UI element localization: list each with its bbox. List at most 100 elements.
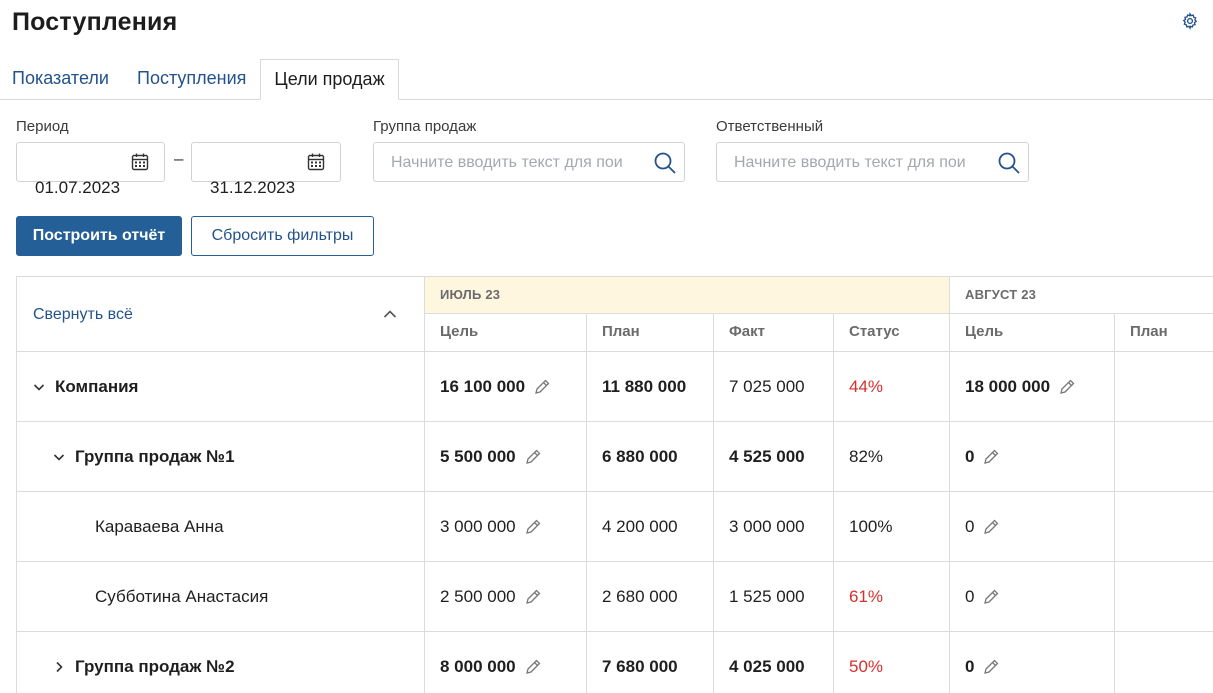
status-value: 100% [849,516,893,536]
build-report-button[interactable]: Построить отчёт [16,216,182,256]
collapse-all-link[interactable]: Свернуть всё [33,306,133,324]
pencil-icon[interactable] [524,588,542,606]
goal-value-wrap: 2 500 000 [440,562,542,631]
tab-bar: Показатели Поступления Цели продаж [0,59,1213,100]
search-icon[interactable] [997,151,1021,175]
row-name-cell: Компания [33,352,138,421]
table-row: Группа продаж №2 [17,632,425,693]
tab-sales-goals[interactable]: Цели продаж [260,59,399,100]
pencil-icon[interactable] [982,588,1000,606]
responsible-search [716,142,1029,182]
pencil-icon[interactable] [533,378,551,396]
fact-value: 1 525 000 [729,586,805,606]
pencil-icon[interactable] [524,658,542,676]
tab-indicators[interactable]: Показатели [12,59,109,100]
chevron-down-icon[interactable] [33,381,45,393]
row-name: Субботина Анастасия [95,586,269,606]
col-header-goal: Цель [425,314,587,352]
goal-value: 8 000 000 [440,656,516,676]
goal-cell: 5 500 000 [425,422,587,492]
fact-cell: 7 025 000 [714,352,834,422]
pencil-icon[interactable] [524,448,542,466]
responsible-input[interactable] [734,152,966,174]
name-header-cell: Свернуть всё [17,277,425,352]
table-row: Компания [17,352,425,422]
gear-icon[interactable] [1180,11,1200,31]
plan-value: 4 200 000 [602,516,678,536]
chevron-down-icon[interactable] [53,451,65,463]
fact-value: 4 025 000 [729,656,805,676]
column-header-label: Цель [965,323,1004,340]
calendar-icon[interactable] [130,152,150,172]
status-value: 44% [849,376,884,396]
sales-group-search [373,142,685,182]
chevron-right-icon[interactable] [53,661,65,673]
date-to-field[interactable]: 31.12.2023 [191,142,341,197]
status-cell: 100% [834,492,950,562]
aug-goal-value: 0 [965,516,975,536]
aug-plan-cell [1115,352,1213,422]
aug-goal-value-wrap: 0 [965,562,1000,631]
month-label: ИЮЛЬ 23 [440,287,501,302]
month-label: АВГУСТ 23 [965,287,1037,302]
status-value: 82% [849,446,884,466]
date-from-value: 01.07.2023 [35,177,121,197]
status-value: 61% [849,586,884,606]
fact-value: 4 525 000 [729,446,805,466]
fact-cell: 4 025 000 [714,632,834,693]
aug-goal-cell: 0 [950,632,1115,693]
period-label: Период [16,118,69,135]
search-icon[interactable] [653,151,677,175]
goal-value-wrap: 16 100 000 [440,352,551,421]
pencil-icon[interactable] [524,518,542,536]
goal-cell: 2 500 000 [425,562,587,632]
goal-value-wrap: 5 500 000 [440,422,542,491]
row-name: Группа продаж №1 [75,446,235,466]
page-title: Поступления [12,8,178,36]
plan-value: 7 680 000 [602,656,678,676]
table-row: Группа продаж №1 [17,422,425,492]
status-cell: 61% [834,562,950,632]
aug-goal-value-wrap: 0 [965,632,1000,693]
pencil-icon[interactable] [982,518,1000,536]
col-header-aug-goal: Цель [950,314,1115,352]
row-name-cell: Группа продаж №1 [53,422,235,491]
aug-goal-cell: 0 [950,422,1115,492]
plan-cell: 6 880 000 [587,422,714,492]
aug-goal-cell: 18 000 000 [950,352,1115,422]
plan-value: 11 880 000 [602,376,687,396]
aug-plan-cell [1115,422,1213,492]
date-range-separator: – [174,149,184,168]
sales-group-input[interactable] [391,152,623,174]
status-cell: 44% [834,352,950,422]
column-header-label: План [602,323,640,340]
status-cell: 50% [834,632,950,693]
row-name-cell: Караваева Анна [95,492,224,561]
goal-value-wrap: 3 000 000 [440,492,542,561]
table-row: Караваева Анна [17,492,425,562]
chevron-up-icon[interactable] [383,309,397,319]
column-header-label: Факт [729,323,765,340]
goal-cell: 8 000 000 [425,632,587,693]
pencil-icon[interactable] [982,658,1000,676]
goal-cell: 16 100 000 [425,352,587,422]
plan-cell: 7 680 000 [587,632,714,693]
tab-receipts[interactable]: Поступления [137,59,246,100]
calendar-icon[interactable] [306,152,326,172]
aug-plan-cell [1115,492,1213,562]
aug-goal-value: 0 [965,586,975,606]
pencil-icon[interactable] [1058,378,1076,396]
aug-goal-value-wrap: 0 [965,422,1000,491]
column-header-label: План [1130,323,1168,340]
aug-goal-value: 0 [965,446,975,466]
date-from-field[interactable]: 01.07.2023 [16,142,165,197]
plan-cell: 4 200 000 [587,492,714,562]
pencil-icon[interactable] [982,448,1000,466]
month-header-august: АВГУСТ 23 [950,277,1213,314]
reset-filters-button[interactable]: Сбросить фильтры [191,216,374,256]
goal-value: 2 500 000 [440,586,516,606]
plan-value: 6 880 000 [602,446,678,466]
goal-value-wrap: 8 000 000 [440,632,542,693]
aug-goal-value: 0 [965,656,975,676]
responsible-label: Ответственный [716,118,824,135]
